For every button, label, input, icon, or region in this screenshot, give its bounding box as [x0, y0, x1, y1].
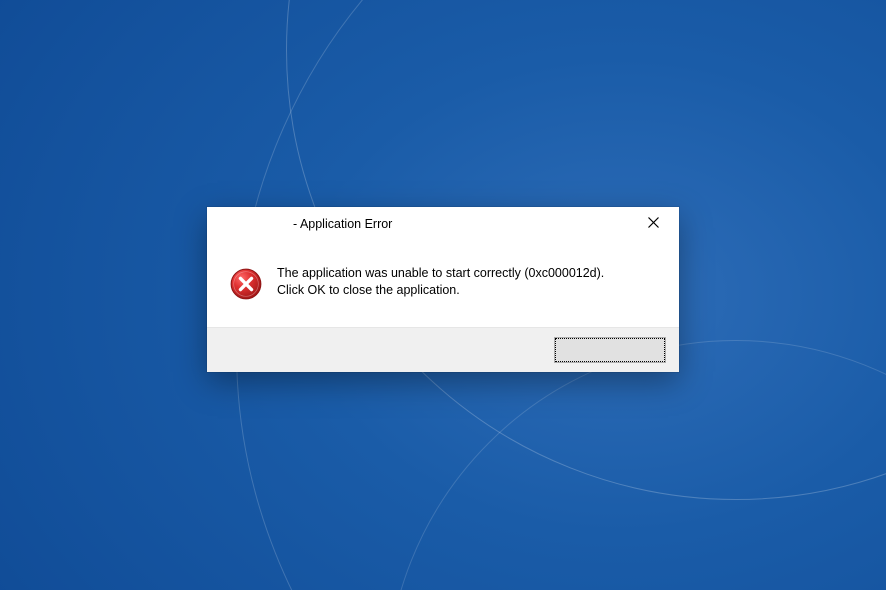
dialog-titlebar[interactable]: - Application Error	[207, 207, 679, 241]
error-dialog: - Application Error	[207, 207, 679, 372]
dialog-button-row	[207, 327, 679, 372]
ok-button[interactable]	[555, 338, 665, 362]
close-button[interactable]	[633, 210, 673, 238]
error-message: The application was unable to start corr…	[277, 265, 604, 299]
close-icon	[648, 215, 659, 233]
error-icon	[229, 267, 263, 301]
dialog-title: - Application Error	[207, 217, 633, 231]
dialog-content: The application was unable to start corr…	[207, 241, 679, 327]
